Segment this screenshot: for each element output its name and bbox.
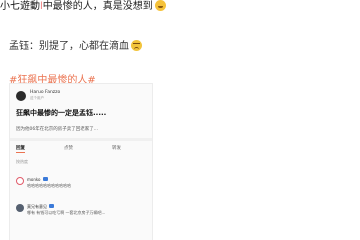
card-header: Haruo Fanzzo 这个用户 [16,90,146,104]
author-avatar[interactable] [16,91,26,101]
sort-label[interactable]: 按热度 [16,159,28,165]
section-divider [10,138,152,141]
comment-text: 哈哈哈哈哈哈哈哈哈哈哈 [27,183,71,188]
embedded-screenshot-card: Haruo Fanzzo 这个用户 狂飙中最惨的一定是孟钰..... 因为他06… [9,83,153,240]
verified-badge-icon [49,204,54,208]
author-subtitle: 这个用户 [30,96,44,100]
post-line-1: 小七遊動l中最惨的人，真是没想到 [0,0,360,14]
laughing-emoji-icon [154,0,166,11]
comment-text: 哪有 有钱可以吃亏啊 一套北京房子万辆吧... [27,210,106,215]
author-name[interactable]: Haruo Fanzzo [30,90,60,95]
verified-badge-icon [42,177,48,181]
commenter-avatar[interactable] [16,177,24,185]
sad-emoji-icon [131,40,142,51]
commenter-avatar[interactable] [16,204,24,212]
question-title: 狂飙中最惨的一定是孟钰..... [16,109,107,117]
comment-tabs: 回复 点赞 转发 [16,145,146,155]
post-author-prefix: 小七遊動 [0,1,40,12]
tab-like[interactable]: 点赞 [64,145,73,151]
commenter-name: monko [27,177,48,182]
question-description: 因为他06年在北京的房子卖了回老家了... [16,127,99,132]
post-line-2-text: 孟钰：别提了，心都在滴血 [9,41,129,52]
tab-reply[interactable]: 回复 [16,145,25,153]
tab-repost[interactable]: 转发 [112,145,121,151]
post-line-1-text: 中最惨的人，真是没想到 [42,1,153,12]
post-line-2: 孟钰：别提了，心都在滴血 [9,37,142,52]
commenter-name-text[interactable]: monko [27,177,41,182]
commenter-name-text[interactable]: 莫兄有意见 [27,204,47,209]
